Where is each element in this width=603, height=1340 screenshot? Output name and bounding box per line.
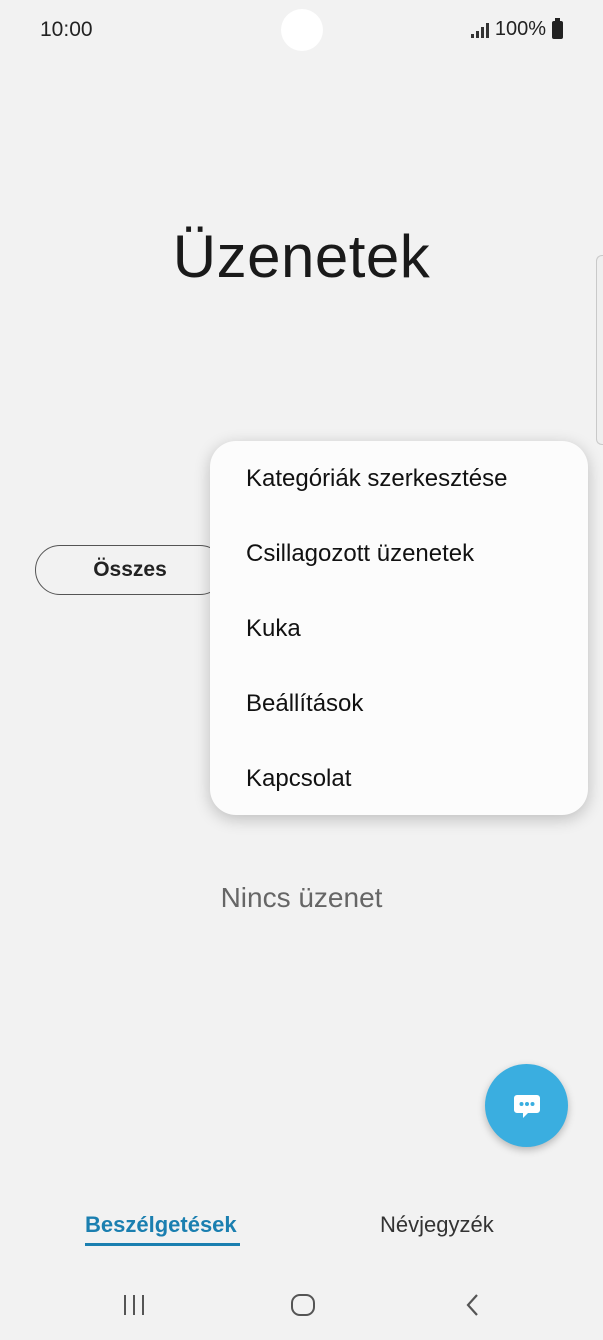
tab-conversations[interactable]: Beszélgetések [85,1212,237,1238]
front-camera [281,9,323,51]
home-icon [291,1294,315,1316]
menu-item-edit-categories[interactable]: Kategóriák szerkesztése [246,465,507,493]
new-message-button[interactable] [485,1064,568,1147]
recent-apps-button[interactable] [104,1275,164,1335]
edge-panel-handle[interactable] [596,255,603,445]
menu-item-trash[interactable]: Kuka [246,615,301,643]
page-title: Üzenetek [172,223,431,290]
navigation-bar [0,1275,603,1335]
home-button[interactable] [273,1275,333,1335]
battery-icon [552,17,563,39]
recent-apps-icon [124,1295,144,1315]
status-bar: 10:00 100% [0,0,603,60]
filter-chip-all[interactable]: Összes [35,545,225,595]
active-tab-indicator [85,1243,240,1246]
menu-item-contact[interactable]: Kapcsolat [246,765,351,793]
status-indicators: 100% [470,17,563,41]
menu-item-settings[interactable]: Beállítások [246,690,363,718]
overflow-menu: Kategóriák szerkesztése Csillagozott üze… [210,441,588,815]
back-icon [466,1294,478,1316]
signal-icon [470,22,489,38]
status-time: 10:00 [40,18,93,41]
new-message-icon [513,1094,540,1118]
empty-state-message: Nincs üzenet [220,882,383,913]
menu-item-starred-messages[interactable]: Csillagozott üzenetek [246,540,474,568]
tab-contacts[interactable]: Névjegyzék [380,1212,494,1238]
back-button[interactable] [443,1275,503,1335]
battery-percent: 100% [494,18,546,40]
messages-screen: 10:00 100% Üzenetek Összes Kategóriák sz… [0,0,603,1340]
